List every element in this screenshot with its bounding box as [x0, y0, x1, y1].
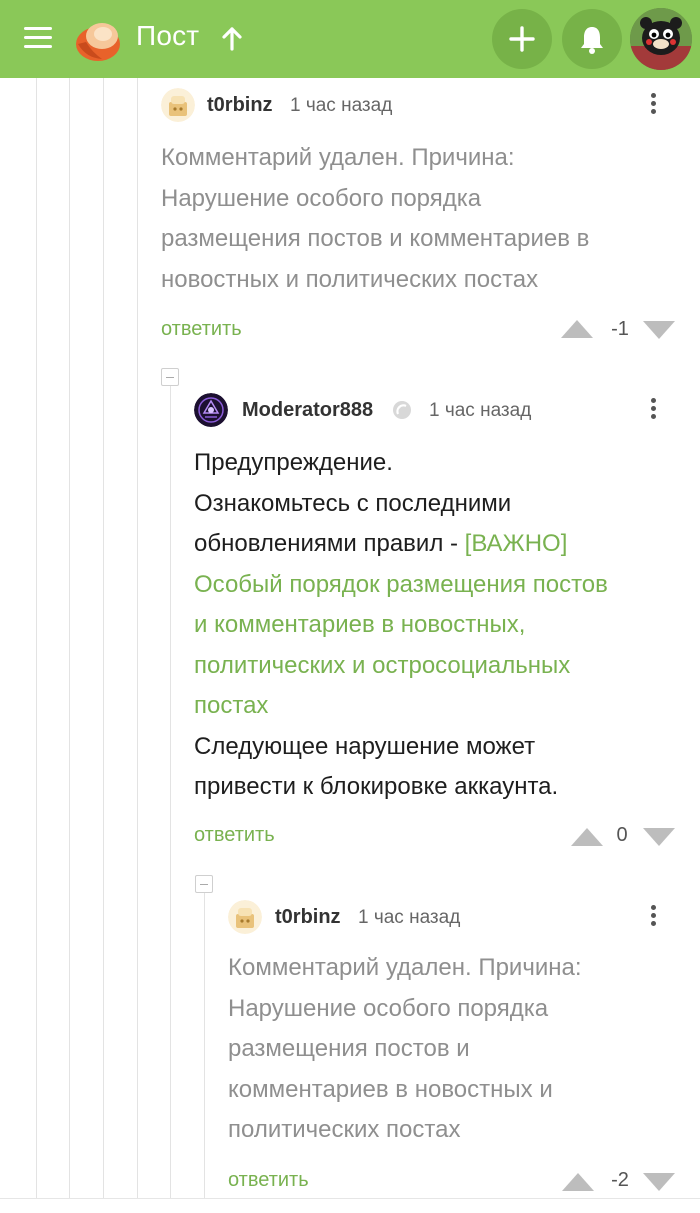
- top-app-bar: Пост: [0, 0, 700, 78]
- vote-down-icon[interactable]: [643, 321, 675, 339]
- thread-line: [103, 78, 104, 1198]
- page-title: Пост: [136, 20, 200, 51]
- reply-button[interactable]: ответить: [161, 318, 242, 341]
- comment-rating: 0: [616, 824, 628, 846]
- collapse-thread-button[interactable]: [195, 875, 213, 893]
- comment: t0rbinz 1 час назад Комментарий удален. …: [161, 86, 691, 346]
- reply-button[interactable]: ответить: [228, 1169, 309, 1192]
- notifications-button[interactable]: [562, 9, 622, 69]
- more-options-icon[interactable]: [643, 902, 663, 932]
- moderator-badge-icon: [392, 400, 412, 420]
- user-avatar[interactable]: [630, 8, 692, 70]
- comment-text: Следующее нарушение может привести к бло…: [194, 732, 559, 801]
- comment-rating: -2: [611, 1169, 629, 1191]
- comment-author[interactable]: Moderator888: [242, 399, 373, 422]
- comment: Moderator888 1 час назад Предупреждение.…: [194, 391, 691, 861]
- comment-header: Moderator888 1 час назад: [194, 391, 691, 427]
- comment-time: 1 час назад: [358, 907, 461, 928]
- comment-body: Комментарий удален. Причина: Нарушение о…: [161, 144, 590, 293]
- thread-line: [170, 386, 171, 1198]
- hamburger-menu-icon[interactable]: [24, 27, 52, 49]
- more-options-icon[interactable]: [643, 395, 663, 425]
- comment-author[interactable]: t0rbinz: [207, 94, 273, 117]
- avatar[interactable]: [194, 393, 228, 427]
- plus-icon: [509, 26, 535, 52]
- collapse-thread-button[interactable]: [161, 368, 179, 386]
- add-post-button[interactable]: [492, 9, 552, 69]
- thread-line: [69, 78, 70, 1198]
- comment-header: t0rbinz 1 час назад: [161, 86, 691, 122]
- thread-line: [36, 78, 37, 1198]
- vote-up-icon[interactable]: [561, 320, 593, 338]
- comment: t0rbinz 1 час назад Комментарий удален. …: [228, 898, 691, 1198]
- comment-header: t0rbinz 1 час назад: [228, 898, 691, 934]
- reply-button[interactable]: ответить: [194, 824, 275, 847]
- pikabu-logo-icon[interactable]: [72, 14, 122, 64]
- comment-rating: -1: [611, 318, 629, 340]
- vote-down-icon[interactable]: [643, 828, 675, 846]
- comment-time: 1 час назад: [429, 400, 532, 421]
- comment-text: Предупреждение. Ознакомьтесь с последним…: [194, 449, 512, 557]
- vote-up-icon[interactable]: [562, 1173, 594, 1191]
- more-options-icon[interactable]: [643, 90, 663, 120]
- comment-body: Предупреждение. Ознакомьтесь с последним…: [194, 443, 691, 808]
- thread-line: [204, 893, 205, 1198]
- bell-icon: [581, 27, 603, 54]
- comment-time: 1 час назад: [290, 95, 393, 116]
- comment-author[interactable]: t0rbinz: [275, 906, 341, 929]
- avatar[interactable]: [161, 88, 195, 122]
- divider: [0, 1198, 700, 1199]
- thread-line: [137, 78, 138, 1198]
- vote-up-icon[interactable]: [571, 828, 603, 846]
- arrow-up-icon[interactable]: [220, 25, 244, 53]
- vote-down-icon[interactable]: [643, 1173, 675, 1191]
- rules-link[interactable]: [ВАЖНО] Особый порядок размещения постов…: [194, 530, 608, 719]
- comment-body: Комментарий удален. Причина: Нарушение о…: [228, 954, 582, 1143]
- avatar[interactable]: [228, 900, 262, 934]
